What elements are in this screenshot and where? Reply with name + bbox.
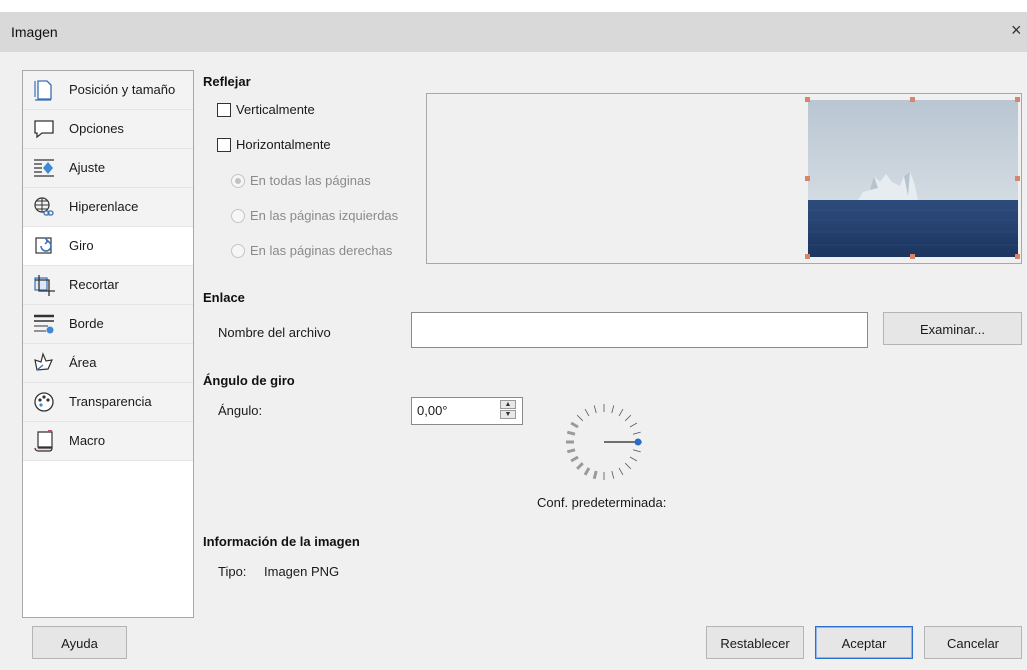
sidebar-item-transparency[interactable]: Transparencia xyxy=(23,383,193,422)
sidebar-item-border[interactable]: Borde xyxy=(23,305,193,344)
link-heading: Enlace xyxy=(203,290,245,305)
dial-tick xyxy=(576,462,584,470)
sidebar-item-label: Macro xyxy=(69,433,106,448)
resize-handle[interactable] xyxy=(805,176,810,181)
help-button[interactable]: Ayuda xyxy=(32,626,127,659)
angle-value: 0,00° xyxy=(417,403,448,418)
hyperlink-icon xyxy=(34,197,54,216)
dial-tick xyxy=(629,422,638,428)
wrap-icon xyxy=(34,159,54,177)
radio-right-pages-label: En las páginas derechas xyxy=(250,243,393,258)
rotation-icon xyxy=(35,237,52,254)
resize-handle[interactable] xyxy=(1015,176,1020,181)
radio-all-pages[interactable] xyxy=(231,174,245,188)
image-dialog: Imagen × Posición y tamaño Opciones Ajus… xyxy=(0,12,1027,670)
sidebar-item-label: Ajuste xyxy=(69,160,106,175)
resize-handle[interactable] xyxy=(805,97,810,102)
reset-button[interactable]: Restablecer xyxy=(706,626,804,659)
title-bar: Imagen × xyxy=(0,12,1027,52)
filename-label: Nombre del archivo xyxy=(218,325,331,340)
rotation-dial[interactable] xyxy=(557,395,651,489)
crop-icon xyxy=(34,275,55,296)
angle-label: Ángulo: xyxy=(218,403,263,418)
browse-button[interactable]: Examinar... xyxy=(883,312,1022,345)
dial-tick xyxy=(632,431,641,435)
sidebar-item-label: Giro xyxy=(69,238,94,253)
radio-all-pages-label: En todas las páginas xyxy=(250,173,371,188)
dial-tick xyxy=(570,421,579,429)
vertical-checkbox[interactable] xyxy=(217,103,231,117)
dial-tick xyxy=(629,456,638,462)
image-preview xyxy=(426,93,1022,264)
dial-tick xyxy=(584,408,590,417)
vertical-label: Verticalmente xyxy=(236,102,315,117)
dial-tick xyxy=(592,470,598,480)
sidebar-item-label: Hiperenlace xyxy=(69,199,139,214)
dial-tick xyxy=(611,470,615,479)
dial-tick xyxy=(632,449,641,453)
sidebar-item-macro[interactable]: Macro xyxy=(23,422,193,461)
sidebar-item-rotation[interactable]: Giro xyxy=(23,227,193,266)
dialog-title: Imagen xyxy=(11,24,58,40)
ok-button[interactable]: Aceptar xyxy=(815,626,913,659)
sidebar-item-label: Borde xyxy=(69,316,104,331)
dial-tick xyxy=(624,462,632,470)
sidebar-item-options[interactable]: Opciones xyxy=(23,110,193,149)
dial-knob[interactable] xyxy=(634,438,642,446)
filename-input[interactable] xyxy=(411,312,868,348)
border-icon xyxy=(34,314,54,334)
spin-up-icon[interactable]: ▲ xyxy=(500,400,516,409)
dial-tick xyxy=(618,467,624,476)
cancel-button[interactable]: Cancelar xyxy=(924,626,1022,659)
radio-left-pages-label: En las páginas izquierdas xyxy=(250,208,399,223)
dial-tick xyxy=(593,405,597,414)
preview-image xyxy=(805,97,1020,259)
sidebar-item-position-size[interactable]: Posición y tamaño xyxy=(23,71,193,110)
spin-down-icon[interactable]: ▼ xyxy=(500,410,516,419)
angle-spin-buttons: ▲ ▼ xyxy=(497,398,520,422)
options-icon xyxy=(34,120,54,139)
transparency-icon xyxy=(34,392,54,412)
rotation-heading: Ángulo de giro xyxy=(203,373,295,388)
resize-handle[interactable] xyxy=(910,97,915,102)
area-icon xyxy=(34,352,54,371)
sidebar-item-label: Transparencia xyxy=(69,394,152,409)
sidebar-item-area[interactable]: Área xyxy=(23,344,193,383)
dial-tick xyxy=(566,430,576,436)
dial-tick xyxy=(570,455,579,463)
horizontal-label: Horizontalmente xyxy=(236,137,331,152)
dial-tick xyxy=(576,414,584,422)
default-settings-label: Conf. predeterminada: xyxy=(537,495,667,510)
resize-handle[interactable] xyxy=(1015,254,1020,259)
sidebar-item-crop[interactable]: Recortar xyxy=(23,266,193,305)
sidebar-item-label: Posición y tamaño xyxy=(69,82,176,97)
iceberg-image xyxy=(808,100,1018,257)
dial-tick xyxy=(583,467,591,476)
sidebar-item-hyperlink[interactable]: Hiperenlace xyxy=(23,188,193,227)
sidebar-item-label: Área xyxy=(69,355,97,370)
dial-tick xyxy=(618,408,624,417)
horizontal-checkbox[interactable] xyxy=(217,138,231,152)
dial-tick xyxy=(611,405,615,414)
dial-tick xyxy=(624,414,632,422)
sidebar-item-label: Opciones xyxy=(69,121,124,136)
sidebar-item-wrap[interactable]: Ajuste xyxy=(23,149,193,188)
resize-handle[interactable] xyxy=(910,254,915,259)
type-label: Tipo: xyxy=(218,564,247,579)
sidebar-item-label: Recortar xyxy=(69,277,119,292)
resize-handle[interactable] xyxy=(805,254,810,259)
close-icon[interactable]: × xyxy=(1011,20,1022,40)
sidebar: Posición y tamaño Opciones Ajuste Hipere… xyxy=(22,70,194,618)
resize-handle[interactable] xyxy=(1015,97,1020,102)
dial-tick xyxy=(566,448,576,454)
flip-heading: Reflejar xyxy=(203,74,251,89)
radio-right-pages[interactable] xyxy=(231,244,245,258)
radio-left-pages[interactable] xyxy=(231,209,245,223)
image-info-heading: Información de la imagen xyxy=(203,534,360,549)
position-size-icon xyxy=(34,80,52,101)
macro-icon xyxy=(34,430,53,452)
type-value: Imagen PNG xyxy=(264,564,340,579)
